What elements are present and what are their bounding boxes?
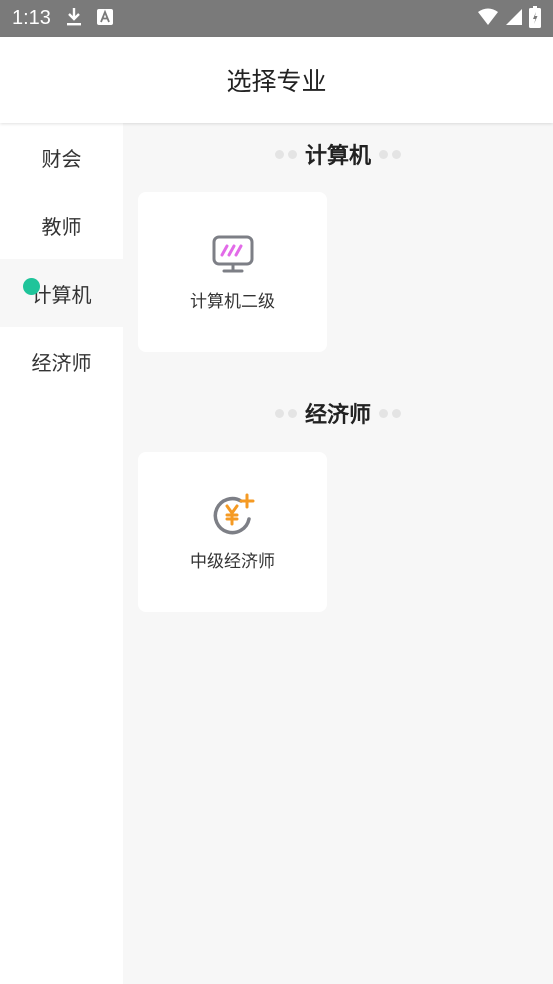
text-notification-icon <box>96 8 113 29</box>
sidebar-item-label: 计算机 <box>31 282 92 307</box>
section-title-text: 经济师 <box>304 403 371 428</box>
sidebar-item-label: 经济师 <box>31 350 92 375</box>
major-content: 计算机 计算机二级 经济师 中级经济师 <box>123 123 553 984</box>
battery-icon <box>529 5 541 32</box>
wifi-icon <box>477 8 499 30</box>
sidebar-item-economist[interactable]: 经济师 <box>0 327 123 395</box>
active-indicator-dot <box>23 278 40 295</box>
major-card-label: 计算机二级 <box>190 291 275 312</box>
section-title-text: 计算机 <box>304 144 371 169</box>
monitor-icon <box>211 233 255 277</box>
status-time: 1:13 <box>12 7 51 29</box>
status-bar: 1:13 <box>0 0 553 37</box>
major-card-intermediate-economist[interactable]: 中级经济师 <box>138 452 327 612</box>
sidebar-item-teacher[interactable]: 教师 <box>0 191 123 259</box>
major-card-label: 中级经济师 <box>190 551 275 572</box>
sidebar-item-label: 教师 <box>41 214 82 239</box>
section-title-economist: 经济师 <box>123 393 553 433</box>
yuan-plus-icon <box>211 493 255 537</box>
decor-dots <box>274 149 297 159</box>
major-card-computer-level-2[interactable]: 计算机二级 <box>138 192 327 352</box>
decor-dots <box>274 408 297 418</box>
category-sidebar: 财会 教师 计算机 经济师 <box>0 123 123 984</box>
decor-dots <box>379 149 401 159</box>
section-title-computer: 计算机 <box>123 134 553 174</box>
sidebar-item-accounting[interactable]: 财会 <box>0 123 123 191</box>
decor-dots <box>379 408 401 418</box>
signal-icon <box>505 8 523 30</box>
app-bar: 选择专业 <box>0 37 553 123</box>
sidebar-item-computer[interactable]: 计算机 <box>0 259 123 327</box>
download-icon <box>65 7 83 31</box>
sidebar-item-label: 财会 <box>41 146 82 171</box>
page-title: 选择专业 <box>226 67 327 96</box>
